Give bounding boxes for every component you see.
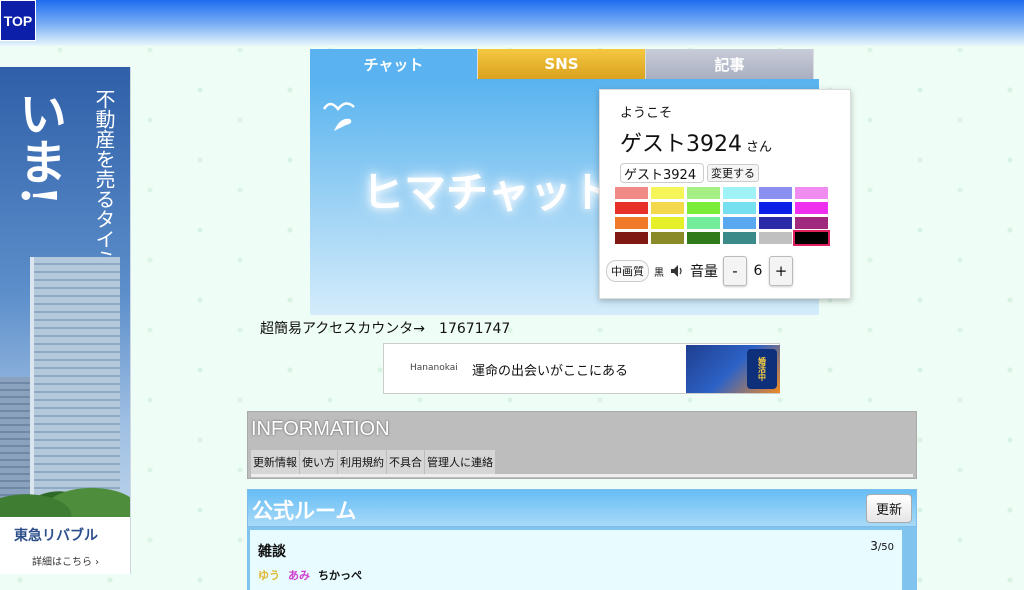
member-name[interactable]: あみ	[288, 567, 310, 583]
information-divider	[251, 474, 913, 477]
room-name: 雑談	[258, 544, 286, 560]
color-swatch[interactable]	[651, 232, 684, 244]
tab-sns[interactable]: SNS	[478, 49, 646, 79]
main-tabs: チャット SNS 記事	[310, 49, 815, 79]
color-swatch[interactable]	[687, 217, 720, 229]
room-members: ゆう あみ ちかっぺ	[258, 567, 362, 583]
color-swatch[interactable]	[651, 187, 684, 199]
bird-icon	[322, 102, 355, 131]
user-name-text: ゲスト3924	[620, 132, 742, 157]
black-toggle[interactable]: 黒	[654, 264, 664, 279]
ad-footer: 東急リバブル 詳細はこちら ›	[0, 517, 130, 574]
hero-title: ヒマチャット	[362, 168, 614, 217]
official-room-list: 雑談 3/50 ゆう あみ ちかっぺ	[247, 527, 917, 590]
ad-brand-logo: 東急リバブル	[14, 528, 98, 544]
name-suffix: さん	[746, 140, 773, 155]
color-swatch[interactable]	[687, 187, 720, 199]
color-swatch[interactable]	[793, 230, 830, 246]
information-panel: INFORMATION 更新情報 使い方 利用規約 不具合 管理人に連絡	[247, 411, 917, 479]
color-swatch[interactable]	[723, 202, 756, 214]
color-swatch[interactable]	[615, 202, 648, 214]
access-counter: 超簡易アクセスカウンタ→ 17671747	[260, 318, 510, 338]
info-link-howto[interactable]: 使い方	[300, 450, 337, 474]
color-swatch[interactable]	[723, 217, 756, 229]
counter-value: 17671747	[439, 321, 511, 337]
color-swatch[interactable]	[795, 217, 828, 229]
color-swatch[interactable]	[651, 217, 684, 229]
information-links: 更新情報 使い方 利用規約 不具合 管理人に連絡	[251, 450, 495, 474]
room-count-max: /50	[877, 542, 894, 553]
tab-article[interactable]: 記事	[646, 49, 814, 79]
welcome-text: ようこそ	[620, 106, 673, 121]
banner-ad[interactable]: Hananokai 運命の出会いがここにある 婚活中	[383, 343, 780, 394]
profile-panel: ようこそ ゲスト3924 さん ゲスト3924 変更する 中画質 黒 音量 - 6…	[599, 89, 851, 299]
banner-logo: Hananokai	[410, 363, 458, 373]
color-swatch[interactable]	[651, 202, 684, 214]
volume-down-button[interactable]: -	[723, 256, 747, 286]
counter-label: 超簡易アクセスカウンタ→	[260, 321, 426, 337]
audio-controls: 中画質 黒 音量 - 6 +	[606, 256, 793, 286]
member-name[interactable]: ちかっぺ	[318, 567, 362, 583]
info-link-terms[interactable]: 利用規約	[338, 450, 386, 474]
color-swatch[interactable]	[759, 202, 792, 214]
color-palette	[615, 187, 831, 246]
room-card[interactable]: 雑談 3/50 ゆう あみ ちかっぺ	[250, 530, 902, 590]
info-link-bugs[interactable]: 不具合	[387, 450, 424, 474]
banner-image: 婚活中	[686, 345, 780, 393]
banner-text: 運命の出会いがここにある	[472, 364, 629, 379]
color-swatch[interactable]	[759, 217, 792, 229]
official-room-header: 公式ルーム 更新	[247, 489, 917, 527]
color-swatch[interactable]	[615, 232, 648, 244]
volume-up-button[interactable]: +	[769, 256, 793, 286]
room-count: 3/50	[870, 539, 894, 553]
tab-chat[interactable]: チャット	[310, 49, 478, 79]
color-swatch[interactable]	[723, 232, 756, 244]
color-swatch[interactable]	[615, 217, 648, 229]
user-name: ゲスト3924 さん	[620, 126, 772, 158]
color-swatch[interactable]	[687, 202, 720, 214]
name-input[interactable]: ゲスト3924	[620, 163, 704, 183]
top-header: TOP	[0, 0, 1024, 46]
color-swatch[interactable]	[615, 187, 648, 199]
ad-details-link[interactable]: 詳細はこちら ›	[32, 553, 99, 568]
left-advertisement[interactable]: いま! 不動産を売るタイミングは 東急リバブル 詳細はこちら ›	[0, 67, 131, 574]
refresh-button[interactable]: 更新	[866, 494, 912, 523]
color-swatch[interactable]	[759, 187, 792, 199]
information-title: INFORMATION	[251, 418, 390, 440]
ad-headline-big: いま!	[10, 89, 66, 207]
color-swatch[interactable]	[687, 232, 720, 244]
color-swatch[interactable]	[795, 187, 828, 199]
room-count-current: 3	[870, 539, 878, 553]
color-swatch[interactable]	[723, 187, 756, 199]
top-button[interactable]: TOP	[0, 0, 36, 41]
info-link-contact[interactable]: 管理人に連絡	[425, 450, 495, 474]
info-link-updates[interactable]: 更新情報	[251, 450, 299, 474]
volume-value: 6	[753, 263, 763, 279]
volume-label: 音量	[690, 264, 718, 280]
color-swatch[interactable]	[759, 232, 792, 244]
color-swatch[interactable]	[795, 202, 828, 214]
quality-button[interactable]: 中画質	[606, 260, 649, 282]
change-name-button[interactable]: 変更する	[707, 164, 759, 182]
official-room-title: 公式ルーム	[252, 499, 357, 523]
speaker-icon[interactable]	[669, 263, 685, 279]
member-name[interactable]: ゆう	[258, 567, 280, 583]
banner-badge: 婚活中	[747, 349, 777, 389]
